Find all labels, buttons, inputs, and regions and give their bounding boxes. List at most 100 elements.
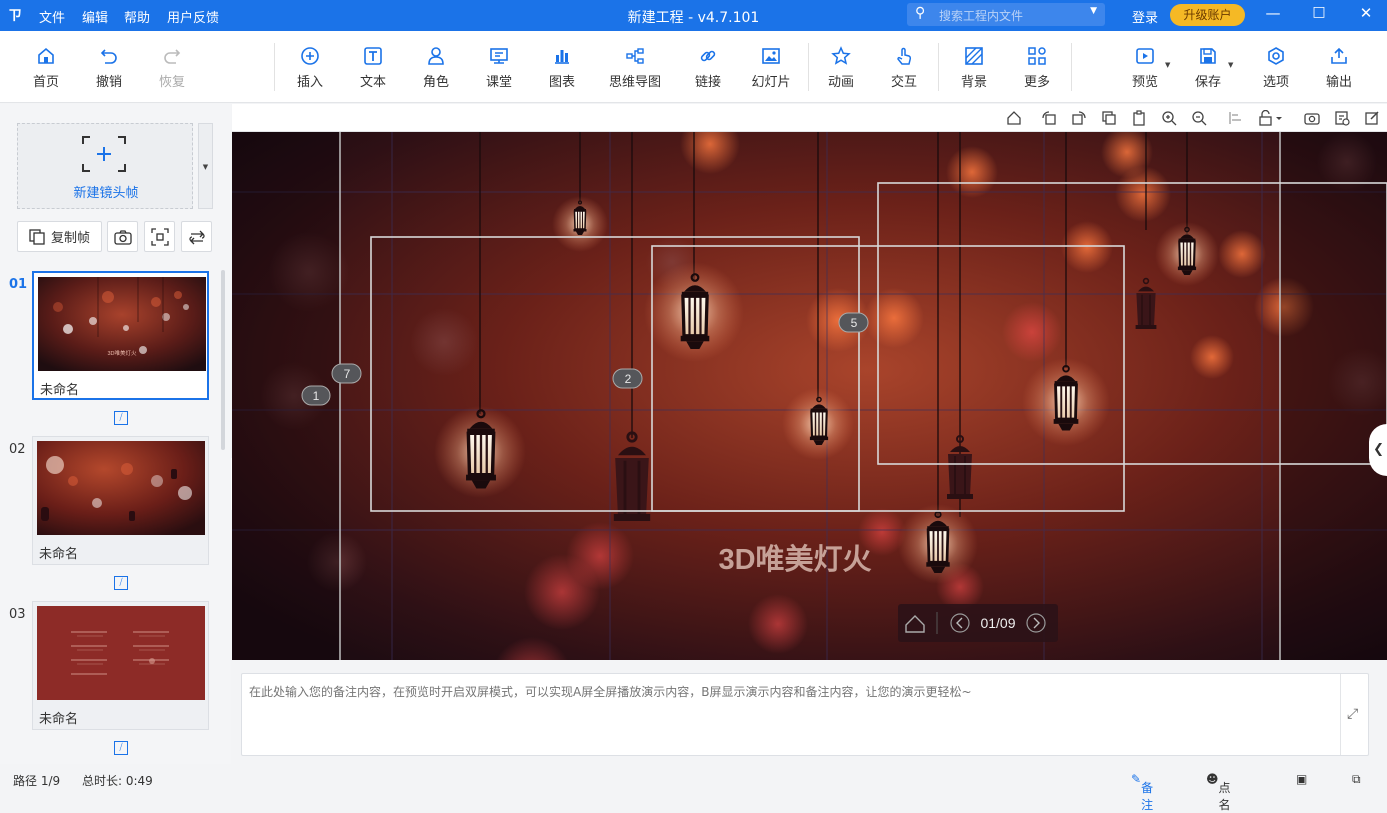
search-icon: ⚲ bbox=[915, 5, 926, 21]
chevron-down-icon[interactable]: ▼ bbox=[1165, 61, 1170, 69]
search-placeholder: 搜索工程内文件 bbox=[939, 9, 1024, 23]
link-button[interactable]: 链接 bbox=[680, 31, 736, 103]
canvas-stage[interactable]: 1 7 2 5 3D唯美灯火 01/09 bbox=[232, 132, 1387, 660]
transition-icon[interactable]: ⧸ bbox=[114, 411, 128, 425]
background-button[interactable]: 背景 bbox=[946, 31, 1002, 103]
more-button[interactable]: 更多 bbox=[1009, 31, 1065, 103]
main-toolbar: 首页 撤销 恢复 插入 文本 角色 课堂 图表 思维导图 链接 幻灯片 动画 交… bbox=[0, 31, 1387, 103]
maximize-icon[interactable]: □ bbox=[1309, 4, 1329, 20]
frame-navigation-bar: 01/09 bbox=[898, 604, 1058, 642]
new-frame-dropdown[interactable]: ▼ bbox=[198, 123, 213, 209]
rollcall-button[interactable]: ☻ 点名 bbox=[1206, 772, 1231, 812]
classroom-button[interactable]: 课堂 bbox=[471, 31, 527, 103]
frame-thumbnail[interactable]: 未命名 bbox=[32, 601, 209, 730]
frame-marker-7[interactable]: 7 bbox=[331, 363, 362, 384]
screen-icon[interactable]: ▣ bbox=[1296, 772, 1307, 786]
background-icon bbox=[965, 47, 983, 65]
svg-text:5: 5 bbox=[851, 316, 858, 330]
swap-frame-button[interactable] bbox=[181, 221, 212, 252]
undo-button[interactable]: 撤销 bbox=[81, 31, 137, 103]
frame-list-scrollbar[interactable] bbox=[221, 270, 225, 450]
align-icon[interactable] bbox=[1227, 109, 1245, 127]
collapse-right-panel-button[interactable]: ❮ bbox=[1369, 424, 1387, 476]
frame-preview-image bbox=[37, 606, 205, 700]
total-duration: 总时长: 0:49 bbox=[82, 774, 153, 788]
frame-name: 未命名 bbox=[40, 383, 80, 398]
replace-image-icon[interactable] bbox=[1333, 109, 1351, 127]
login-button[interactable]: 登录 bbox=[1132, 7, 1158, 26]
scan-frame-icon bbox=[150, 227, 169, 246]
menu-edit[interactable]: 编辑 bbox=[82, 7, 108, 26]
edit-icon[interactable] bbox=[1363, 109, 1381, 127]
copy-icon bbox=[29, 228, 45, 245]
slideshow-button[interactable]: 幻灯片 bbox=[743, 31, 799, 103]
transition-icon[interactable]: ⧸ bbox=[114, 576, 128, 590]
copy-element-icon[interactable] bbox=[1100, 109, 1118, 127]
pointer-hand-icon bbox=[897, 47, 912, 65]
notes-input[interactable] bbox=[242, 674, 1340, 755]
search-input[interactable]: ⚲ 搜索工程内文件 ▼ bbox=[907, 3, 1105, 26]
text-icon bbox=[364, 47, 382, 65]
mindmap-icon bbox=[626, 48, 644, 64]
rotate-left-icon[interactable] bbox=[1040, 109, 1058, 127]
classroom-icon bbox=[490, 48, 508, 64]
upgrade-button[interactable]: 升级账户 bbox=[1170, 4, 1245, 26]
frame-thumbnail[interactable]: 3D唯美灯火 未命名 bbox=[32, 271, 209, 400]
save-button[interactable]: 保存 ▼ bbox=[1180, 31, 1236, 103]
new-frame-button[interactable]: 新建镜头帧 bbox=[17, 123, 193, 209]
minimize-icon[interactable]: — bbox=[1263, 4, 1283, 22]
notes-toggle-button[interactable]: ✎ 备注 bbox=[1131, 772, 1153, 812]
transition-icon[interactable]: ⧸ bbox=[114, 741, 128, 755]
chart-button[interactable]: 图表 bbox=[534, 31, 590, 103]
animation-button[interactable]: 动画 bbox=[813, 31, 869, 103]
frame-preview-image bbox=[37, 441, 205, 535]
zoom-in-icon[interactable] bbox=[1160, 109, 1178, 127]
role-button[interactable]: 角色 bbox=[408, 31, 464, 103]
close-icon[interactable]: ✕ bbox=[1356, 4, 1376, 22]
svg-text:1: 1 bbox=[313, 389, 320, 403]
notes-divider bbox=[1340, 674, 1341, 755]
menu-feedback[interactable]: 用户反馈 bbox=[167, 7, 219, 26]
bar-chart-icon bbox=[555, 50, 569, 64]
frame-marker-5[interactable]: 5 bbox=[838, 312, 869, 333]
frame-marker-1[interactable]: 1 bbox=[301, 385, 331, 406]
paste-icon[interactable] bbox=[1130, 109, 1148, 127]
slide-caption: 3D唯美灯火 bbox=[718, 543, 871, 576]
rotate-right-icon[interactable] bbox=[1070, 109, 1088, 127]
text-button[interactable]: 文本 bbox=[345, 31, 401, 103]
settings-icon bbox=[1268, 47, 1284, 65]
screenshot-icon[interactable] bbox=[1303, 109, 1321, 127]
export-button[interactable]: 输出 bbox=[1311, 31, 1367, 103]
preview-button[interactable]: 预览 ▼ bbox=[1117, 31, 1173, 103]
chevron-down-icon[interactable]: ▼ bbox=[1228, 61, 1233, 69]
snapshot-button[interactable] bbox=[107, 221, 138, 252]
home-button[interactable]: 首页 bbox=[18, 31, 74, 103]
zoom-out-icon[interactable] bbox=[1190, 109, 1208, 127]
menu-help[interactable]: 帮助 bbox=[124, 7, 150, 26]
frame-number: 02 bbox=[9, 442, 26, 457]
canvas-toolbar bbox=[232, 104, 1387, 132]
app-logo-icon: ㄗ bbox=[8, 8, 22, 24]
popout-icon[interactable]: ⧉ bbox=[1352, 772, 1361, 787]
frame-number: 01 bbox=[9, 277, 28, 292]
add-frame-icon bbox=[82, 136, 126, 172]
mindmap-button[interactable]: 思维导图 bbox=[607, 31, 663, 103]
options-button[interactable]: 选项 bbox=[1248, 31, 1304, 103]
frame-marker-2[interactable]: 2 bbox=[612, 368, 643, 389]
redo-button[interactable]: 恢复 bbox=[144, 31, 200, 103]
person-icon bbox=[428, 47, 444, 65]
home-view-icon[interactable] bbox=[1005, 109, 1023, 127]
svg-text:2: 2 bbox=[625, 372, 632, 386]
insert-button[interactable]: 插入 bbox=[282, 31, 338, 103]
lock-icon[interactable] bbox=[1257, 109, 1285, 127]
grid-icon bbox=[1028, 47, 1046, 65]
menu-file[interactable]: 文件 bbox=[39, 7, 65, 26]
expand-icon[interactable]: ⤢ bbox=[1347, 706, 1358, 722]
notes-panel: ⤢ bbox=[241, 673, 1369, 756]
fit-frame-button[interactable] bbox=[144, 221, 175, 252]
interact-button[interactable]: 交互 bbox=[876, 31, 932, 103]
copy-frame-button[interactable]: 复制帧 bbox=[17, 221, 102, 252]
chevron-down-icon[interactable]: ▼ bbox=[1090, 6, 1097, 16]
frame-thumbnail[interactable]: 未命名 bbox=[32, 436, 209, 565]
redo-icon bbox=[164, 49, 181, 64]
